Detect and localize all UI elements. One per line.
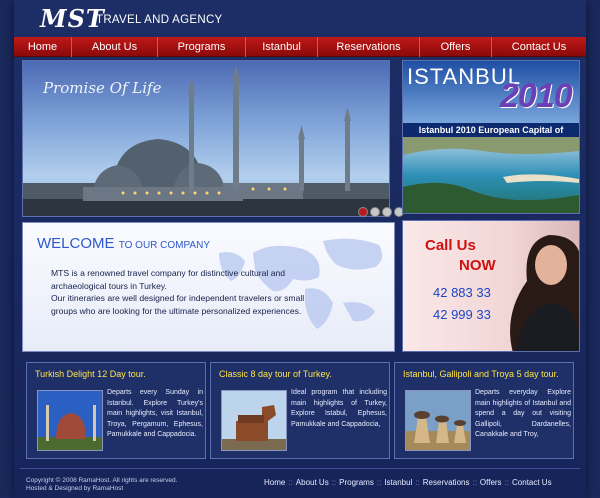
main-nav: Home About Us Programs Istanbul Reservat… (14, 36, 586, 57)
istanbul-promo-banner[interactable]: ISTANBUL 2010 Istanbul 2010 European Cap… (402, 60, 580, 214)
cappadocia-image[interactable] (405, 390, 471, 451)
promo-caption: Istanbul 2010 European Capital of Cultur… (403, 123, 579, 149)
footer-nav: Home:: About Us:: Programs:: Istanbul:: Rese… (264, 478, 552, 487)
tour-title-1[interactable]: Turkish Delight 12 Day tour. (35, 369, 146, 379)
call-us-title: Call Us (425, 237, 476, 254)
welcome-heading: WELCOME TO OUR COMPANY (37, 235, 210, 252)
hagia-sophia-image[interactable] (37, 390, 103, 451)
slider-dots (358, 207, 404, 217)
copyright-text: Copyright © 2008 RamaHost. All rights ar… (26, 477, 178, 484)
nav-home[interactable]: Home (14, 36, 72, 57)
call-now-label: NOW (459, 257, 496, 274)
coast-image (403, 137, 579, 213)
nav-reservations[interactable]: Reservations (318, 36, 420, 57)
tour-card-3[interactable]: Istanbul, Gallipoli and Troya 5 day tour… (394, 362, 574, 459)
tour-desc-2: Ideal program that including main highli… (291, 389, 387, 428)
tour-desc-1: Departs every Sunday in Istanbul. Explor… (107, 389, 203, 438)
tour-title-2[interactable]: Classic 8 day tour of Turkey. (219, 369, 332, 379)
nav-offers[interactable]: Offers (420, 36, 492, 57)
credit-text: Hosted & Designed by RamaHost (26, 485, 124, 492)
footer-link-istanbul[interactable]: Istanbul (384, 478, 412, 487)
welcome-panel: WELCOME TO OUR COMPANY MTS is a renowned… (22, 222, 395, 352)
footer-link-reservations[interactable]: Reservations (423, 478, 470, 487)
welcome-title: WELCOME (37, 235, 115, 252)
nav-about-us[interactable]: About Us (72, 36, 158, 57)
nav-contact-us[interactable]: Contact Us (492, 37, 586, 57)
phone-number-1[interactable]: 42 883 33 (433, 285, 491, 300)
footer-link-offers[interactable]: Offers (480, 478, 502, 487)
welcome-paragraph-1: MTS is a renowned travel company for dis… (51, 268, 286, 291)
footer-link-programs[interactable]: Programs (339, 478, 374, 487)
footer-copyright: Copyright © 2008 RamaHost. All rights ar… (26, 477, 177, 493)
tour-card-1[interactable]: Turkish Delight 12 Day tour. Departs eve… (26, 362, 206, 459)
footer: Copyright © 2008 RamaHost. All rights ar… (14, 468, 586, 498)
slide-dot-1[interactable] (358, 207, 368, 217)
nav-programs[interactable]: Programs (158, 36, 246, 57)
tour-title-3[interactable]: Istanbul, Gallipoli and Troya 5 day tour… (403, 369, 559, 379)
welcome-subtitle: TO OUR COMPANY (118, 240, 210, 251)
trojan-horse-image[interactable] (221, 390, 287, 451)
tour-desc-3: Departs everyday Explore main highlights… (475, 389, 571, 438)
promo-header-image: ISTANBUL 2010 (403, 61, 579, 123)
footer-divider (20, 468, 580, 469)
footer-link-contact-us[interactable]: Contact Us (512, 478, 552, 487)
tagline: TRAVEL AND AGENCY (96, 14, 223, 26)
welcome-text: MTS is a renowned travel company for dis… (51, 267, 311, 317)
nav-istanbul[interactable]: Istanbul (246, 36, 318, 57)
promo-year: 2010 (500, 77, 573, 115)
slide-dot-3[interactable] (382, 207, 392, 217)
hero-slideshow[interactable]: Promise Of Life (22, 60, 390, 217)
footer-link-home[interactable]: Home (264, 478, 285, 487)
hero-title: Promise Of Life (43, 79, 162, 97)
footer-link-about-us[interactable]: About Us (296, 478, 329, 487)
welcome-paragraph-2: Our itineraries are well designed for in… (51, 293, 305, 316)
phone-number-2[interactable]: 42 999 33 (433, 307, 491, 322)
slide-dot-2[interactable] (370, 207, 380, 217)
header: MST TRAVEL AND AGENCY (14, 0, 586, 36)
page-frame: MST TRAVEL AND AGENCY Home About Us Prog… (14, 0, 586, 498)
tour-card-2[interactable]: Classic 8 day tour of Turkey. Ideal prog… (210, 362, 390, 459)
call-us-panel[interactable]: Call Us NOW 42 883 33 42 999 33 (402, 220, 580, 352)
